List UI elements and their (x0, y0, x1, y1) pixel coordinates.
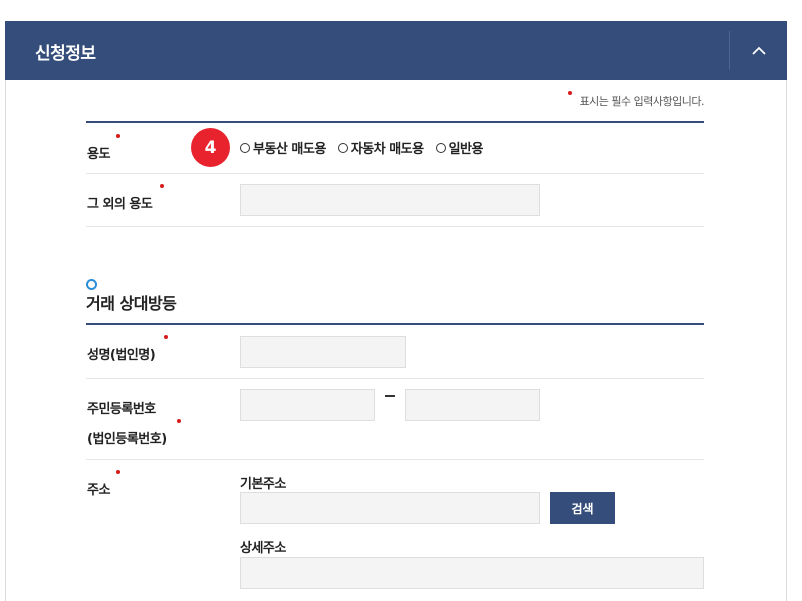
id-label-line2: (법인등록번호) (87, 432, 167, 447)
required-dot (116, 470, 120, 474)
purpose-label: 용도 (87, 134, 120, 162)
row-divider (86, 378, 704, 379)
required-note-text: 표시는 필수 입력사항입니다. (579, 95, 705, 108)
required-dot (160, 184, 164, 188)
purpose-radio-group: 부동산 매도용 자동차 매도용 일반용 (240, 138, 495, 157)
name-input[interactable] (240, 336, 406, 368)
detail-address-label: 상세주소 (240, 541, 286, 556)
radio-button[interactable] (337, 142, 348, 153)
address-label: 주소 (87, 470, 120, 498)
address-search-button[interactable]: 검색 (550, 492, 615, 524)
radio-button[interactable] (240, 142, 250, 153)
id-number-label-2: (법인등록번호) (87, 419, 181, 447)
panel-header: 신청정보 (5, 21, 787, 80)
required-dot (567, 91, 572, 95)
required-dot (177, 419, 181, 423)
step-badge: 4 (191, 128, 230, 167)
required-dot (116, 134, 120, 138)
radio-label: 부동산 매도용 (253, 142, 326, 157)
id-number-label: 주민등록번호 (87, 398, 156, 417)
row-divider (86, 459, 704, 460)
section-title: 거래 상대방등 (86, 294, 177, 313)
row-divider (86, 173, 704, 174)
address-label-text: 주소 (87, 483, 110, 498)
section-top-rule (86, 323, 704, 325)
radio-real-estate[interactable]: 부동산 매도용 (240, 138, 326, 157)
required-note: 표시는 필수 입력사항입니다. (567, 91, 705, 109)
required-dot (164, 335, 168, 339)
basic-address-input[interactable] (240, 492, 540, 524)
collapse-button[interactable] (730, 21, 787, 80)
name-label: 성명(법인명) (87, 335, 168, 363)
id-dash (385, 395, 395, 397)
detail-address-input[interactable] (240, 557, 704, 589)
other-purpose-input[interactable] (240, 184, 540, 216)
table-top-rule (86, 121, 704, 123)
id-number-front-input[interactable] (240, 389, 375, 421)
row-divider (86, 226, 704, 227)
id-number-back-input[interactable] (405, 389, 540, 421)
purpose-label-text: 용도 (87, 147, 110, 162)
radio-general[interactable]: 일반용 (435, 138, 484, 157)
section-bullet-icon (86, 279, 97, 290)
chevron-up-icon (751, 46, 766, 55)
other-purpose-label: 그 외의 용도 (87, 184, 164, 212)
radio-button[interactable] (435, 142, 446, 153)
radio-vehicle[interactable]: 자동차 매도용 (337, 138, 424, 157)
other-purpose-label-text: 그 외의 용도 (87, 197, 153, 212)
name-label-text: 성명(법인명) (87, 348, 156, 363)
radio-label: 자동차 매도용 (350, 142, 424, 157)
panel-title: 신청정보 (35, 44, 96, 64)
id-label-line1: 주민등록번호 (87, 402, 156, 417)
radio-label: 일반용 (448, 142, 484, 157)
basic-address-label: 기본주소 (240, 477, 286, 492)
